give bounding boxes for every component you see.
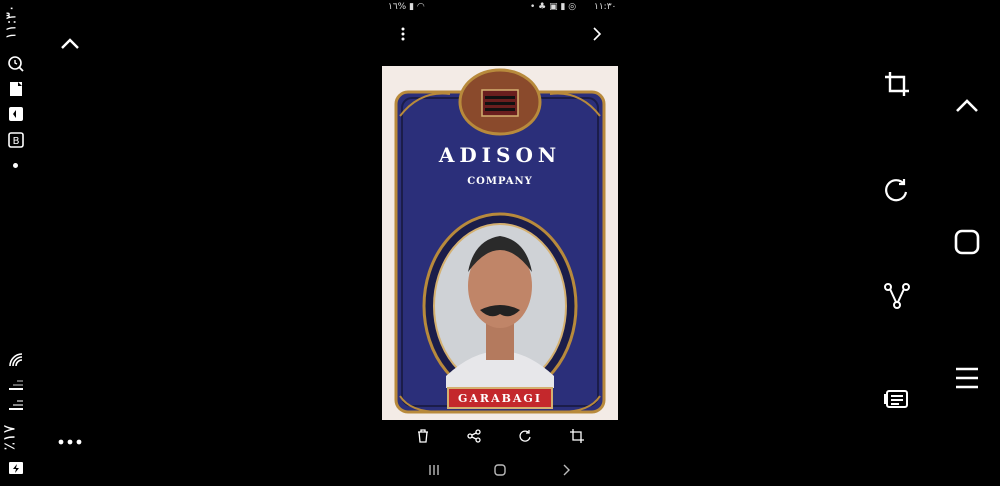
photo-banner-text: GARABAGI [458, 392, 542, 405]
right-rotate-button[interactable] [877, 170, 917, 210]
left-more-button[interactable] [50, 422, 90, 462]
share-button[interactable] [464, 426, 484, 446]
status-battery: ١٦% ▮ ◠ [388, 2, 425, 12]
signal-icon [8, 376, 24, 392]
right-share-button[interactable] [877, 276, 917, 316]
recent-apps-icon [429, 465, 439, 475]
chevron-up-icon [956, 99, 978, 112]
home-button[interactable] [490, 460, 510, 480]
delete-button[interactable] [413, 426, 433, 446]
wifi-calling-icon [8, 352, 24, 368]
recent-apps-button[interactable] [424, 460, 444, 480]
nav-menu-button[interactable] [947, 358, 987, 398]
back-icon [563, 464, 570, 476]
home-icon [494, 464, 506, 476]
right-crop-button[interactable] [877, 64, 917, 104]
share-icon [884, 283, 910, 309]
more-vertical-icon [401, 27, 405, 41]
home-icon [954, 229, 980, 255]
trash-icon [418, 429, 428, 443]
left-battery-percent: ٪١٧ [0, 424, 19, 451]
rotate-button[interactable] [515, 426, 535, 446]
menu-button[interactable] [383, 14, 423, 54]
signal-2-icon [8, 396, 24, 412]
details-icon [884, 390, 908, 408]
left-status-time: ١١:٣٠ [3, 4, 20, 40]
right-details-button[interactable] [877, 380, 917, 420]
crop-icon [570, 429, 584, 443]
rotate-icon [885, 179, 908, 202]
nav-up-button[interactable] [947, 86, 987, 126]
menu-icon [956, 367, 978, 389]
crop-icon [885, 72, 909, 96]
share-icon [467, 429, 481, 443]
book-icon [8, 106, 24, 122]
crop-button[interactable] [567, 426, 587, 446]
chevron-right-icon [593, 27, 602, 41]
app-badge-icon: B [8, 132, 24, 148]
nav-home-button[interactable] [947, 222, 987, 262]
left-up-button[interactable] [50, 24, 90, 64]
photo-brand-text: ADISON [438, 143, 561, 167]
status-icons: • ♣ ▣ ▮ ◎ [530, 2, 577, 12]
battery-icon [8, 460, 24, 476]
next-button[interactable] [577, 14, 617, 54]
back-button[interactable] [556, 460, 576, 480]
photo-image[interactable]: GARABAGI ADISON COMPANY [382, 66, 618, 420]
more-horizontal-icon [58, 439, 82, 445]
notification-dot [13, 163, 18, 168]
photo-subtitle-text: COMPANY [467, 176, 533, 187]
rotate-icon [519, 430, 531, 442]
status-time: ١١:٣٠ [594, 2, 617, 12]
svg-text:B: B [13, 136, 20, 147]
clock-search-icon [8, 56, 24, 72]
chevron-up-icon [61, 38, 79, 49]
document-icon [8, 81, 24, 97]
